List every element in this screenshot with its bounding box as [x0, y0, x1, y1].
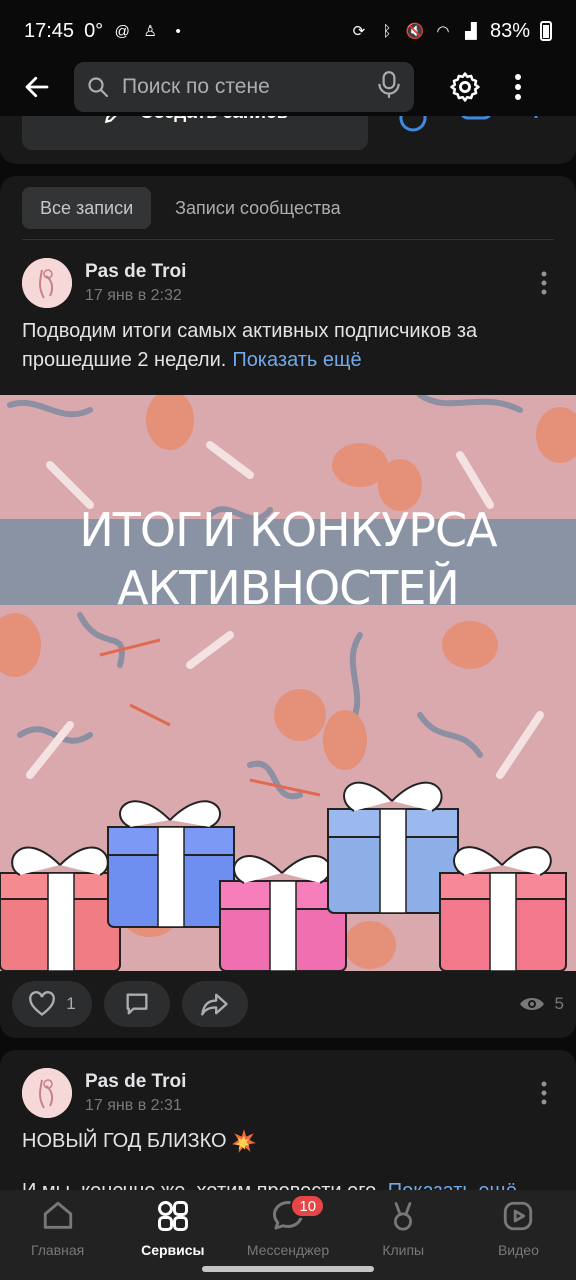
heart-icon — [29, 991, 56, 1016]
comment-button[interactable] — [104, 981, 170, 1027]
nav-home-label: Главная — [30, 1242, 85, 1258]
battery-percent: 83% — [489, 19, 530, 42]
image-title-line1: ИТОГИ КОНКУРСА — [79, 503, 497, 557]
clips-icon — [385, 1198, 421, 1234]
post-card: Все записи Записи сообщества Pas de Troi… — [0, 176, 576, 1038]
eye-icon — [519, 998, 544, 1010]
top-bar: Поиск по стене — [0, 58, 576, 116]
post-menu-button[interactable] — [534, 263, 554, 303]
bluetooth-icon: ᛒ — [382, 22, 392, 40]
post-actions: 1 5 — [0, 981, 576, 1027]
battery-icon — [540, 21, 552, 41]
tab-all-posts[interactable]: Все записи — [22, 187, 152, 229]
share-icon — [201, 993, 228, 1016]
nav-home[interactable]: Главная — [0, 1190, 115, 1280]
post-author[interactable]: Pas de Troi — [85, 1071, 186, 1093]
comment-icon — [126, 993, 148, 1015]
search-icon — [86, 74, 112, 100]
dot-icon: • — [175, 22, 181, 40]
more-options-button[interactable] — [498, 60, 538, 114]
post-text: Подводим итоги самых активных подписчико… — [22, 317, 542, 375]
views-counter: 5 — [519, 994, 564, 1014]
image-pattern — [0, 395, 576, 971]
back-arrow-icon — [25, 76, 49, 98]
show-more-link[interactable]: Показать ещё — [232, 349, 361, 371]
wall-tabs: Все записи Записи сообщества — [22, 187, 341, 229]
notification-icon: ♙ — [143, 23, 157, 40]
post-text: НОВЫЙ ГОД БЛИЗКО — [22, 1128, 257, 1154]
nav-messenger-label: Мессенджер — [246, 1242, 330, 1258]
signal-icon: ▟ — [465, 23, 477, 40]
settings-button[interactable] — [438, 60, 492, 114]
divider — [22, 239, 554, 240]
post-date: 17 янв в 2:31 — [85, 1097, 182, 1114]
image-title-line2: АКТИВНОСТЕЙ — [117, 561, 460, 615]
nav-video-label: Видео — [497, 1242, 539, 1258]
share-button[interactable] — [182, 981, 248, 1027]
more-vertical-icon — [515, 74, 521, 100]
post-author[interactable]: Pas de Troi — [85, 261, 186, 283]
messenger-badge: 10 — [290, 1194, 326, 1218]
at-icon: @ — [114, 22, 130, 40]
more-vertical-icon — [541, 1081, 547, 1105]
home-icon — [40, 1198, 76, 1234]
more-vertical-icon — [541, 271, 547, 295]
mute-icon: 🔇 — [405, 23, 425, 40]
status-temperature: 0° — [84, 19, 104, 42]
post-header: Pas de Troi 17 янв в 2:31 — [22, 1067, 554, 1119]
post-date: 17 янв в 2:32 — [85, 287, 182, 304]
nav-services-label: Сервисы — [141, 1242, 205, 1258]
nav-clips-label: Клипы — [382, 1242, 425, 1258]
back-button[interactable] — [0, 58, 74, 116]
gear-icon — [450, 72, 480, 102]
image-title: ИТОГИ КОНКУРСА АКТИВНОСТЕЙ — [0, 501, 576, 617]
services-icon — [155, 1198, 191, 1234]
avatar[interactable] — [22, 1068, 72, 1118]
like-button[interactable]: 1 — [12, 981, 92, 1027]
nav-video[interactable]: Видео — [461, 1190, 576, 1280]
post-image[interactable]: ИТОГИ КОНКУРСА АКТИВНОСТЕЙ — [0, 395, 576, 971]
like-count: 1 — [66, 994, 76, 1013]
status-bar: 17:45 0° @ ♙ • ⟳ ᛒ 🔇 ◠ ▟ 83% — [0, 0, 576, 62]
tab-community-posts[interactable]: Записи сообщества — [175, 187, 341, 229]
post-menu-button[interactable] — [534, 1073, 554, 1113]
video-icon — [500, 1198, 536, 1234]
post-body: НОВЫЙ ГОД БЛИЗКО — [22, 1129, 227, 1152]
wifi-icon: ◠ — [436, 23, 450, 40]
post-header: Pas de Troi 17 янв в 2:32 — [22, 257, 554, 309]
views-count: 5 — [554, 994, 564, 1013]
status-time: 17:45 — [24, 19, 75, 42]
search-placeholder: Поиск по стене — [122, 75, 270, 98]
avatar[interactable] — [22, 258, 72, 308]
home-indicator[interactable] — [202, 1266, 374, 1272]
search-field[interactable]: Поиск по стене — [74, 62, 414, 112]
collision-emoji-icon — [231, 1129, 256, 1153]
sync-icon: ⟳ — [352, 23, 366, 40]
microphone-icon[interactable] — [376, 70, 402, 105]
